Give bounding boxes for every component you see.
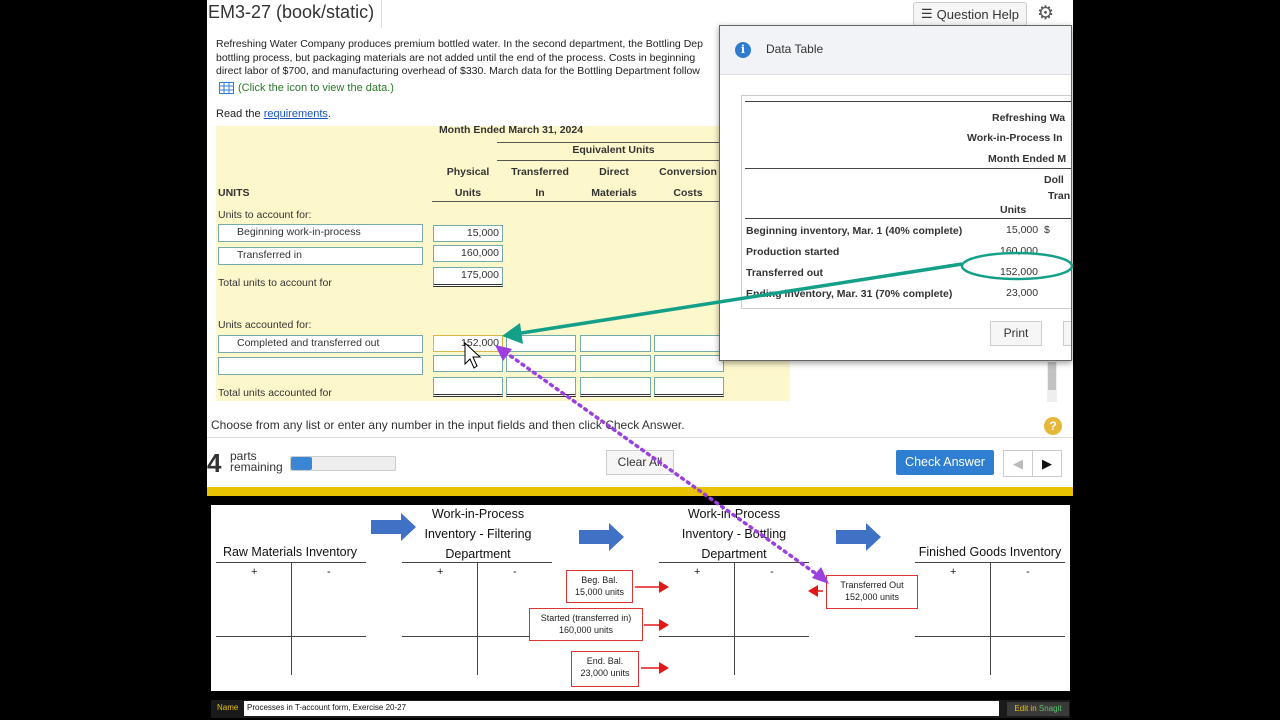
teal-arrow bbox=[514, 262, 963, 336]
purple-arrow-head bbox=[495, 345, 512, 361]
name-bar: Name Processes in T-account form, Exerci… bbox=[211, 700, 1070, 718]
teal-arrow-head bbox=[502, 323, 523, 344]
purple-dotted-arrow bbox=[503, 350, 824, 580]
cursor-icon bbox=[464, 341, 482, 369]
name-input[interactable]: Processes in T-account form, Exercise 20… bbox=[244, 701, 999, 716]
snagit-label: Snagit bbox=[1038, 704, 1062, 713]
edit-in-snagit-button[interactable]: Edit in Snagit bbox=[1007, 702, 1069, 716]
purple-arrow-head bbox=[812, 567, 829, 584]
highlight-ellipse bbox=[960, 251, 1074, 281]
annotation-overlay bbox=[464, 251, 1074, 584]
edit-label: Edit in bbox=[1014, 704, 1039, 713]
name-label: Name bbox=[217, 703, 239, 712]
